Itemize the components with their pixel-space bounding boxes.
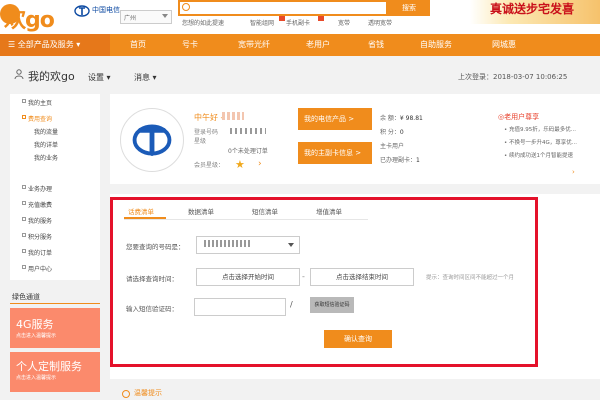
sidebar-item-orders[interactable]: 我的订单 <box>28 248 52 257</box>
sidebar-item-business[interactable]: 我的业务 <box>34 153 58 162</box>
promo-4g-service[interactable]: 4G服务 点击进入温馨提示 <box>10 308 100 348</box>
hot-link[interactable]: 宽带 <box>338 18 350 27</box>
star-label: 星级 <box>194 138 207 145</box>
divider <box>10 303 100 304</box>
promo-title: 个人定制服务 <box>16 360 82 373</box>
chevron-down-icon: ▾ <box>106 73 111 82</box>
last-login: 上次登录：2018-03-07 10:06:25 <box>458 73 568 81</box>
balance-row: 余 额：¥ 98.81 <box>380 112 423 126</box>
sidebar-marker-icon <box>22 265 26 269</box>
balance-label: 余 额： <box>380 115 400 122</box>
hot-badge-icon <box>279 16 285 21</box>
promo-subtitle: 点击进入温馨提示 <box>16 375 57 381</box>
nav-item-online-deals[interactable]: 网城惠 <box>492 34 516 56</box>
hot-badge-icon <box>318 16 324 21</box>
sidebar-item-user-center[interactable]: 用户中心 <box>28 264 52 273</box>
chevron-down-icon <box>162 14 168 18</box>
sidebar-marker-icon <box>22 201 26 205</box>
page-title: 我的欢go <box>28 70 75 83</box>
chevron-down-icon: ▾ <box>76 40 81 49</box>
all-products-menu[interactable]: ☰ 全部产品及服务 ▾ <box>0 34 110 56</box>
points-value: 0 <box>399 129 404 136</box>
sidebar-item-details[interactable]: 我的详单 <box>34 140 58 149</box>
sidebar-item-points[interactable]: 积分服务 <box>28 232 52 241</box>
card-info-button[interactable]: 我的主副卡信息 > <box>298 142 372 164</box>
nav-item-old-users[interactable]: 老用户 <box>306 34 330 56</box>
search-input[interactable] <box>178 0 388 16</box>
card-type: 主卡用户 <box>380 143 405 150</box>
old-user-item[interactable]: • 充值9.95折，乐码最多优... <box>504 124 577 137</box>
login-id-label: 登录号码 <box>194 129 219 136</box>
sidebar-marker-icon <box>22 185 26 189</box>
carrier-name: 中国电信 <box>92 6 120 14</box>
messages-menu[interactable]: 消息 ▾ <box>134 72 157 83</box>
chevron-right-icon[interactable]: › <box>258 159 262 169</box>
all-products-label: 全部产品及服务 <box>17 40 74 49</box>
sidebar-item-service[interactable]: 我的服务 <box>28 216 52 225</box>
account-stats: 余 额：¥ 98.81 积 分：0 主卡用户 已办理副卡：1 <box>380 112 423 168</box>
chevron-right-icon[interactable]: › <box>572 168 575 176</box>
sidebar-item-billing[interactable]: 费用查询 <box>28 114 52 123</box>
sidebar-marker-icon <box>22 115 26 119</box>
star-icon: ★ <box>235 158 245 171</box>
search-button[interactable]: 搜索 <box>388 0 430 16</box>
sub-card-row: 已办理副卡：1 <box>380 154 423 168</box>
sidebar-marker-icon <box>22 99 26 103</box>
nav-item-number-card[interactable]: 号卡 <box>182 34 198 56</box>
old-user-item[interactable]: • 不换号一步升4G，尊享优... <box>504 137 577 150</box>
promo-subtitle: 点击进入温馨提示 <box>16 333 57 339</box>
sidebar-item-home[interactable]: 我的主页 <box>28 98 52 107</box>
points-label: 积 分： <box>380 129 400 136</box>
settings-menu[interactable]: 设置 ▾ <box>88 72 111 83</box>
nav-item-self-service[interactable]: 自助服务 <box>420 34 452 56</box>
sidebar-item-traffic[interactable]: 我的流量 <box>34 127 58 136</box>
settings-label: 设置 <box>88 73 104 82</box>
hot-link[interactable]: 您想的如此提速 <box>182 18 224 27</box>
hot-link[interactable]: 手机副卡 <box>286 18 310 27</box>
messages-label: 消息 <box>134 73 150 82</box>
green-channel-title: 绿色通道 <box>12 293 40 301</box>
sub-card-label: 已办理副卡： <box>380 157 417 164</box>
balance-value: ¥ 98.81 <box>399 115 423 122</box>
sidebar-marker-icon <box>22 249 26 253</box>
account-info: 登录号码 星级 <box>194 128 218 146</box>
promo-custom-service[interactable]: 个人定制服务 点击进入温馨提示 <box>10 352 100 392</box>
chevron-down-icon: ▾ <box>152 73 157 82</box>
sidebar-item-handle[interactable]: 业务办理 <box>28 184 52 193</box>
old-user-title: ◎老用户尊享 <box>498 113 540 121</box>
highlight-box <box>110 197 538 367</box>
menu-icon: ☰ <box>8 40 18 49</box>
pending-orders[interactable]: 0个未处理订单 <box>228 146 268 155</box>
nav-item-home[interactable]: 首页 <box>130 34 146 56</box>
sidebar-marker-icon <box>22 233 26 237</box>
points-row: 积 分：0 <box>380 126 423 140</box>
greeting: 中午好 - <box>194 113 224 122</box>
pending-label: 个未处理订单 <box>231 148 268 155</box>
my-products-button[interactable]: 我的电信产品 > <box>298 108 372 130</box>
old-user-list: • 充值9.95折，乐码最多优... • 不换号一步升4G，尊享优... • 续… <box>504 124 577 163</box>
sidebar-marker-icon <box>22 217 26 221</box>
site-logo[interactable]: 欢go <box>4 2 55 34</box>
china-telecom-logo-icon <box>74 5 90 17</box>
warm-tip-title: 温馨提示 <box>134 389 162 397</box>
search-icon <box>182 3 190 11</box>
avatar[interactable] <box>120 108 184 172</box>
masked-username <box>222 112 244 120</box>
nav-item-save-money[interactable]: 省钱 <box>368 34 384 56</box>
old-user-item[interactable]: • 续约成功送1个月智能提速 <box>504 150 577 163</box>
nav-item-broadband[interactable]: 宽带光纤 <box>238 34 270 56</box>
masked-login-id <box>230 128 266 134</box>
china-telecom-logo-icon <box>132 124 172 156</box>
promo-title: 4G服务 <box>16 318 54 331</box>
promo-banner-text: 真诚送步宅发喜 <box>490 2 575 16</box>
sidebar-item-recharge[interactable]: 充值缴费 <box>28 200 52 209</box>
hot-link[interactable]: 透明宽带 <box>368 18 392 27</box>
sub-card-count: 1 <box>416 157 420 164</box>
member-level-label: 会员星级： <box>194 162 225 169</box>
hot-link[interactable]: 智能组网 <box>250 18 274 27</box>
